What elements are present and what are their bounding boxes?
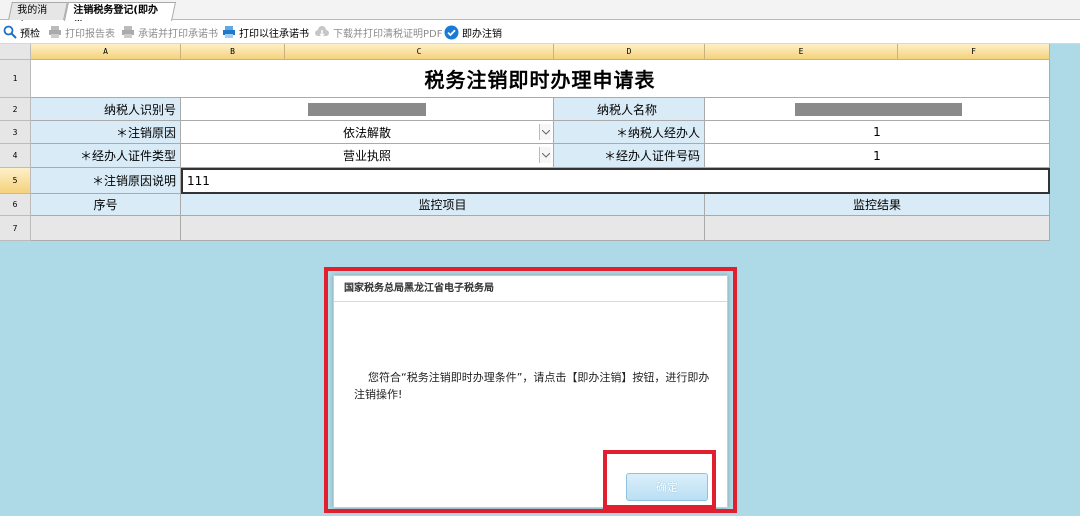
printer-icon [122, 26, 134, 38]
download-pdf-button[interactable]: 下载并打印清税证明PDF [314, 23, 442, 41]
printer-icon [49, 26, 61, 38]
row-header: 3 [0, 121, 31, 144]
agent-field[interactable]: 1 [705, 121, 1050, 144]
cancel-reason-select[interactable]: 依法解散 [181, 121, 554, 144]
chevron-down-icon[interactable] [539, 124, 551, 140]
header-monitor-item: 监控项目 [181, 194, 705, 216]
column-header: E [705, 44, 898, 60]
chevron-down-icon[interactable] [539, 147, 551, 163]
row-header: 7 [0, 216, 31, 241]
row-header: 1 [0, 60, 31, 98]
tab-my-messages[interactable]: 我的消息 [8, 2, 68, 32]
printer-icon [223, 26, 235, 38]
column-header: B [181, 44, 285, 60]
column-header: F [898, 44, 1050, 60]
row-header: 4 [0, 144, 31, 168]
header-monitor-result: 监控结果 [705, 194, 1050, 216]
sheet-corner [0, 44, 31, 60]
ok-button-highlight-frame [603, 450, 716, 509]
taxpayer-name-label: 纳税人名称 [554, 98, 705, 121]
reason-desc-label: ＊注销原因说明 [31, 168, 181, 194]
reason-desc-input[interactable]: 111 [181, 168, 1050, 194]
cert-type-select[interactable]: 营业执照 [181, 144, 554, 168]
column-header: C [285, 44, 554, 60]
cloud-download-icon [315, 26, 329, 37]
taxpayer-name-field [705, 98, 1050, 121]
magnifier-icon [3, 25, 17, 39]
cert-no-label: ＊经办人证件号码 [554, 144, 705, 168]
preview-button[interactable]: 预检 [3, 23, 40, 41]
tab-bar: 我的消息 注销税务登记(即办类) [0, 0, 1080, 32]
column-header: D [554, 44, 705, 60]
page-title: 税务注销即时办理申请表 [31, 60, 1050, 98]
masked-value [308, 102, 426, 116]
print-report-button[interactable]: 打印报告表 [48, 23, 115, 41]
table-row [705, 216, 1050, 241]
check-circle-icon [444, 25, 459, 39]
taxpayer-id-field [181, 98, 554, 121]
pledge-print-button[interactable]: 承诺并打印承诺书 [121, 23, 218, 41]
row-header: 6 [0, 194, 31, 216]
tab-cancel-registration[interactable]: 注销税务登记(即办类) [63, 2, 177, 32]
masked-value [795, 102, 962, 116]
cancel-now-button[interactable]: 即办注销 [444, 23, 502, 41]
row-header: 5 [0, 168, 31, 194]
cert-type-label: ＊经办人证件类型 [31, 144, 181, 168]
table-row [31, 216, 181, 241]
taxpayer-id-label: 纳税人识别号 [31, 98, 181, 121]
header-seq: 序号 [31, 194, 181, 216]
toolbar: 预检 打印报告表 承诺并打印承诺书 打印以往承诺书 下载并打印清税证明PDF 即… [0, 21, 1080, 44]
table-row [181, 216, 705, 241]
row-header: 2 [0, 98, 31, 121]
print-past-pledge-button[interactable]: 打印以往承诺书 [222, 23, 309, 41]
cancel-reason-label: ＊注销原因 [31, 121, 181, 144]
cert-no-field[interactable]: 1 [705, 144, 1050, 168]
agent-label: ＊纳税人经办人 [554, 121, 705, 144]
column-header: A [31, 44, 181, 60]
